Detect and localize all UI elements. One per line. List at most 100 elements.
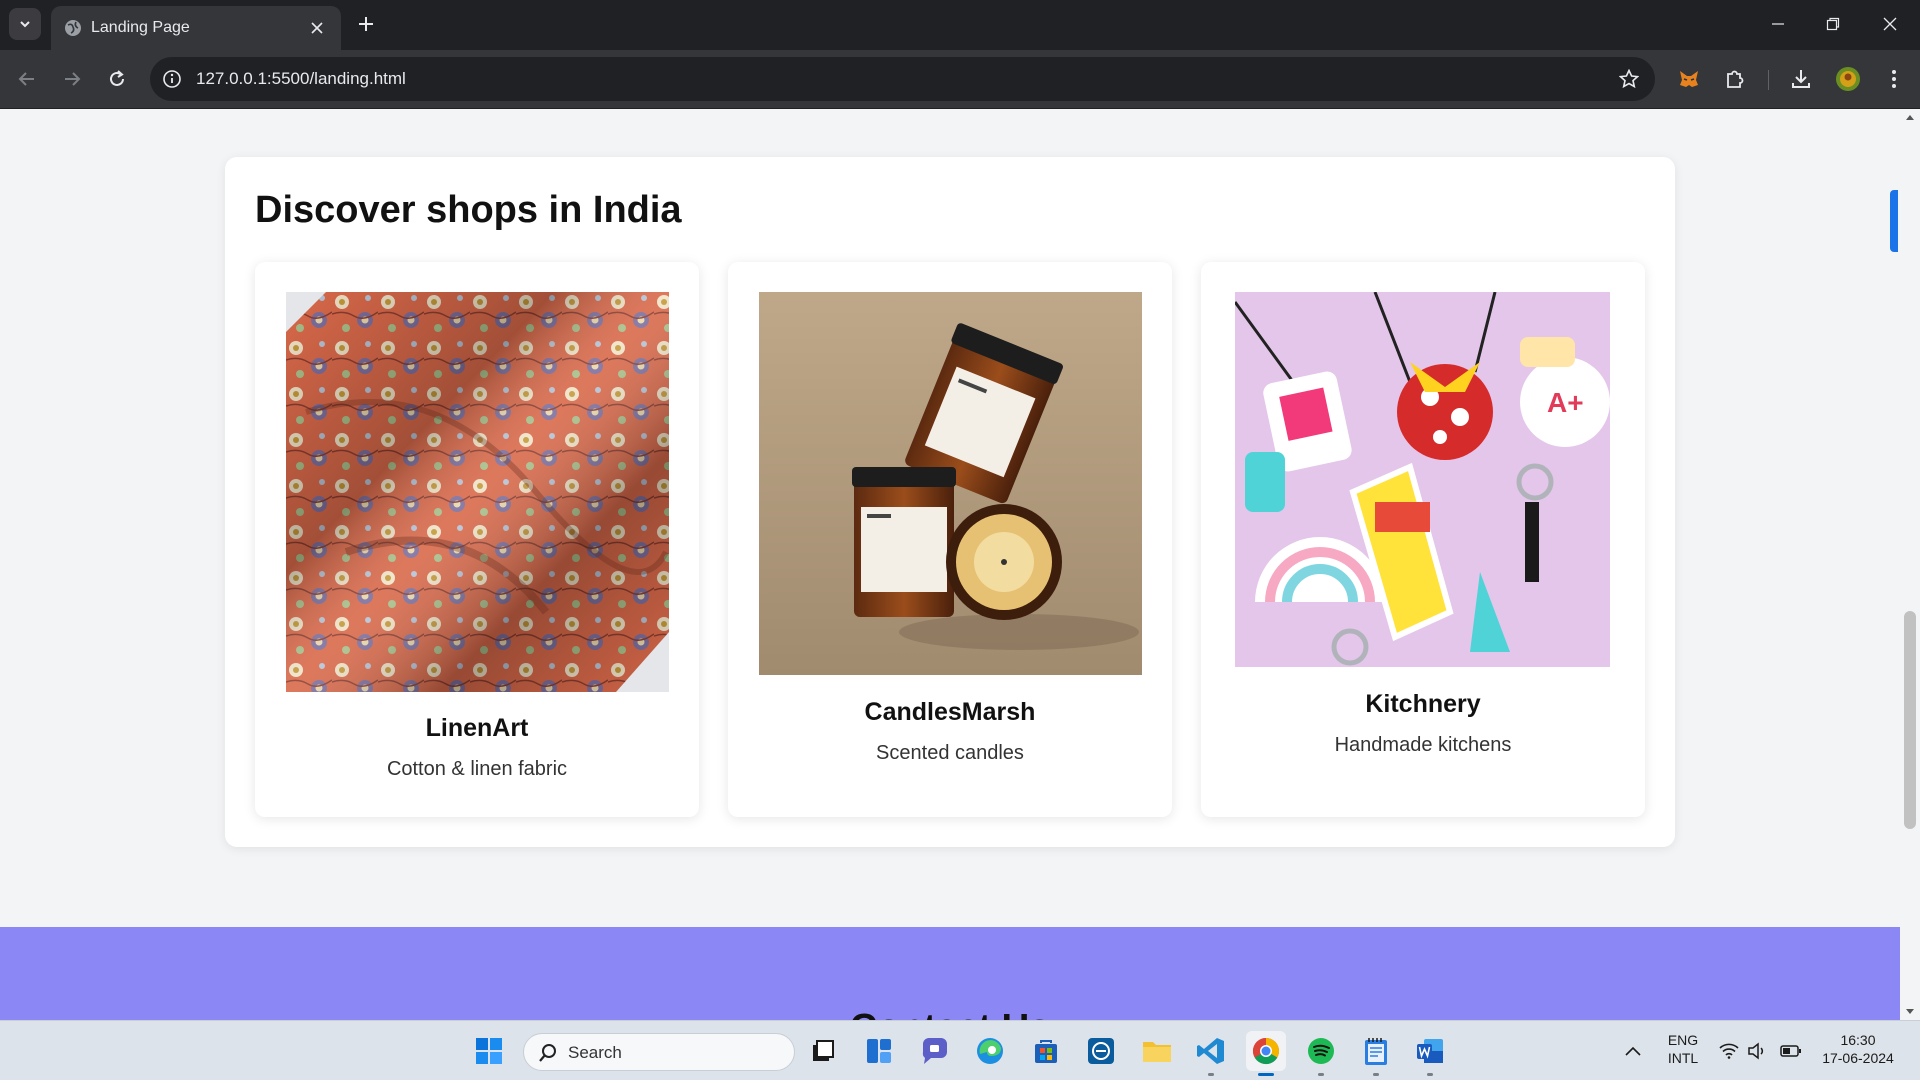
scroll-down-icon[interactable] xyxy=(1905,1008,1915,1016)
vscode-icon xyxy=(1197,1038,1224,1064)
wifi-icon xyxy=(1719,1043,1739,1059)
taskbar-word[interactable] xyxy=(1410,1031,1450,1076)
notepad-icon xyxy=(1365,1038,1387,1065)
shop-image-candles xyxy=(759,292,1142,675)
taskbar-teams[interactable] xyxy=(914,1031,954,1071)
app-running-indicator xyxy=(1373,1073,1379,1076)
contact-section: Contact Us xyxy=(0,927,1900,1020)
battery-button[interactable] xyxy=(1778,1031,1804,1071)
toolbar-divider xyxy=(1768,70,1769,90)
taskbar-vscode[interactable] xyxy=(1191,1031,1231,1076)
close-icon xyxy=(1883,17,1897,31)
widgets-icon xyxy=(867,1039,891,1063)
forward-button[interactable] xyxy=(56,63,88,95)
download-icon xyxy=(1792,70,1810,88)
metamask-extension-button[interactable] xyxy=(1673,63,1705,95)
taskbar-notepad[interactable] xyxy=(1356,1031,1396,1076)
taskbar-store[interactable] xyxy=(1026,1031,1066,1071)
page-viewport: Discover shops in India LinenArt Cotton … xyxy=(0,109,1900,1020)
chat-icon xyxy=(922,1038,947,1064)
scroll-up-icon[interactable] xyxy=(1905,113,1915,121)
shop-card-kitchnery[interactable]: A+ Kitchnery Handmade kitchens xyxy=(1201,262,1645,817)
taskbar-chrome[interactable] xyxy=(1246,1031,1286,1076)
shop-description: Handmade kitchens xyxy=(1334,734,1512,756)
shop-card-linenart[interactable]: LinenArt Cotton & linen fabric xyxy=(255,262,699,817)
contact-heading: Contact Us xyxy=(0,1007,1900,1020)
store-icon xyxy=(1035,1040,1057,1063)
folder-icon xyxy=(1143,1042,1171,1062)
search-icon xyxy=(539,1044,556,1062)
metamask-icon xyxy=(1680,71,1698,87)
bookmark-button[interactable] xyxy=(1617,67,1641,91)
taskbar-widgets[interactable] xyxy=(859,1031,899,1071)
address-bar[interactable]: 127.0.0.1:5500/landing.html xyxy=(150,57,1655,101)
browser-tab-bar: Landing Page xyxy=(0,0,1920,50)
taskbar-file-explorer[interactable] xyxy=(1137,1031,1177,1071)
app-running-indicator xyxy=(1427,1073,1433,1076)
close-icon xyxy=(311,22,323,34)
shop-name: LinenArt xyxy=(425,714,529,742)
minimize-button[interactable] xyxy=(1758,8,1798,40)
windows-start-icon xyxy=(476,1038,502,1064)
taskbar-spotify[interactable] xyxy=(1301,1031,1341,1076)
taskbar-search-box[interactable]: Search xyxy=(523,1033,795,1071)
reload-button[interactable] xyxy=(101,63,133,95)
browser-tab[interactable]: Landing Page xyxy=(51,6,341,50)
search-label: Search xyxy=(568,1043,622,1062)
restore-button[interactable] xyxy=(1813,8,1853,40)
shop-name: CandlesMarsh xyxy=(864,698,1036,726)
chrome-icon xyxy=(1252,1037,1280,1065)
network-button[interactable] xyxy=(1716,1031,1742,1071)
volume-button[interactable] xyxy=(1744,1031,1770,1071)
kebab-menu-icon xyxy=(1892,70,1896,88)
side-panel-indicator[interactable] xyxy=(1890,190,1898,252)
plus-icon xyxy=(359,17,373,31)
extensions-button[interactable] xyxy=(1719,63,1751,95)
profile-icon xyxy=(1836,67,1860,91)
show-hidden-icons-button[interactable] xyxy=(1620,1031,1646,1071)
restore-icon xyxy=(1826,17,1840,31)
new-tab-button[interactable] xyxy=(352,10,380,38)
tab-search-button[interactable] xyxy=(9,8,41,40)
info-icon xyxy=(163,70,181,88)
windows-taskbar: Search ENG INTL 16:30 17-06-2024 xyxy=(0,1020,1920,1080)
volume-icon xyxy=(1748,1042,1764,1060)
taskbar-edge[interactable] xyxy=(970,1031,1010,1071)
taskbar-dell-app[interactable] xyxy=(1081,1031,1121,1071)
shops-section: Discover shops in India LinenArt Cotton … xyxy=(225,157,1675,847)
close-window-button[interactable] xyxy=(1870,8,1910,40)
reload-icon xyxy=(110,70,124,86)
site-info-button[interactable] xyxy=(160,67,184,91)
browser-menu-button[interactable] xyxy=(1878,63,1910,95)
taskbar-task-view[interactable] xyxy=(803,1031,843,1071)
language-code: ENG xyxy=(1667,1032,1699,1048)
downloads-button[interactable] xyxy=(1785,63,1817,95)
minimize-icon xyxy=(1772,23,1784,25)
chevron-down-icon xyxy=(20,21,30,28)
task-view-icon xyxy=(813,1040,834,1061)
edge-icon xyxy=(977,1038,1003,1064)
input-language-indicator[interactable]: ENG INTL xyxy=(1652,1031,1714,1067)
battery-icon xyxy=(1780,1045,1801,1057)
section-title: Discover shops in India xyxy=(255,189,682,231)
page-scrollbar[interactable] xyxy=(1900,109,1920,1020)
back-icon xyxy=(18,72,34,86)
start-button[interactable] xyxy=(469,1031,509,1071)
dell-icon xyxy=(1088,1038,1114,1064)
tab-title: Landing Page xyxy=(91,19,190,36)
app-running-indicator xyxy=(1318,1073,1324,1076)
shop-card-candlesmarsh[interactable]: CandlesMarsh Scented candles xyxy=(728,262,1172,817)
close-tab-button[interactable] xyxy=(305,16,329,40)
profile-button[interactable] xyxy=(1832,63,1864,95)
back-button[interactable] xyxy=(11,63,43,95)
keyboard-layout: INTL xyxy=(1667,1050,1699,1066)
clock[interactable]: 16:30 17-06-2024 xyxy=(1812,1031,1904,1067)
url-text[interactable]: 127.0.0.1:5500/landing.html xyxy=(196,69,406,89)
forward-icon xyxy=(65,72,81,86)
shop-name: Kitchnery xyxy=(1365,690,1481,718)
shop-description: Cotton & linen fabric xyxy=(386,758,568,780)
app-active-indicator xyxy=(1258,1073,1274,1076)
shop-image-keychains: A+ xyxy=(1235,292,1610,667)
scrollbar-thumb[interactable] xyxy=(1904,611,1916,829)
globe-icon xyxy=(65,20,81,36)
